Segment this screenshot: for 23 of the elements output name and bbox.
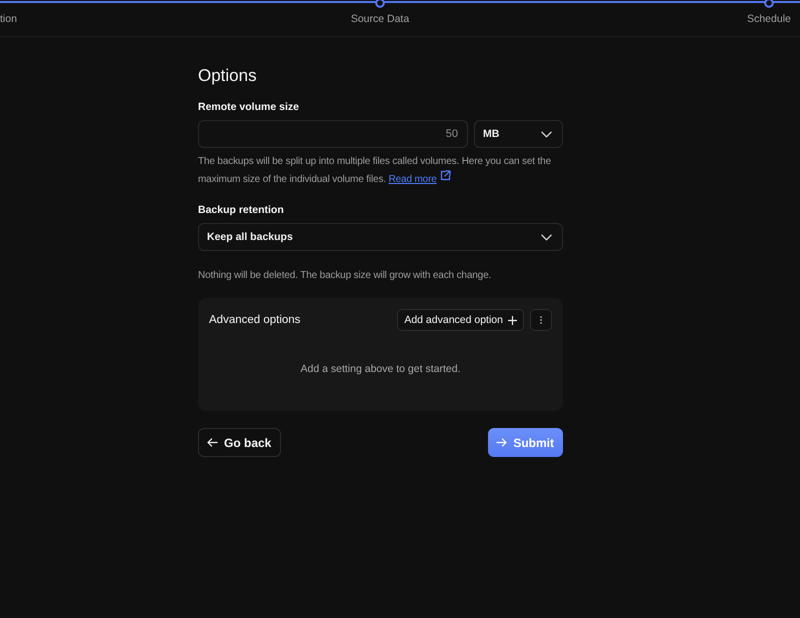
arrow-right-icon <box>496 438 508 447</box>
volume-size-input[interactable]: 50 <box>198 120 468 148</box>
add-option-button[interactable]: Add advanced option <box>397 309 524 331</box>
help-text: Nothing will be deleted. The backup size will grow with each change. <box>198 269 492 283</box>
chevron-down-icon <box>541 130 552 138</box>
help-text: The backups will be split up into multiple files called volumes. Here you can set the maximum size of the individual volume files. Read more <box>198 155 552 187</box>
chevron-down-icon <box>541 234 552 240</box>
field-label: Remote volume size <box>198 101 300 114</box>
retention-select[interactable]: Keep all backups <box>198 223 563 251</box>
go-back-button[interactable]: Go back <box>198 428 282 457</box>
page-title: Options <box>198 66 258 86</box>
card-title: Advanced options <box>209 314 300 326</box>
read-more-link[interactable]: Read more <box>388 174 437 185</box>
field-label: Backup retention <box>198 204 285 217</box>
external-link-icon <box>440 170 451 181</box>
step-label: Source Data <box>350 13 410 25</box>
arrow-left-icon <box>207 438 218 447</box>
unit-select[interactable]: MB <box>474 120 563 148</box>
more-button[interactable] <box>530 309 552 331</box>
plus-icon <box>508 316 517 324</box>
step-label: tion <box>0 13 17 25</box>
empty-message: Add a setting above to get started. <box>300 363 462 375</box>
step-label: Schedule <box>747 13 791 25</box>
